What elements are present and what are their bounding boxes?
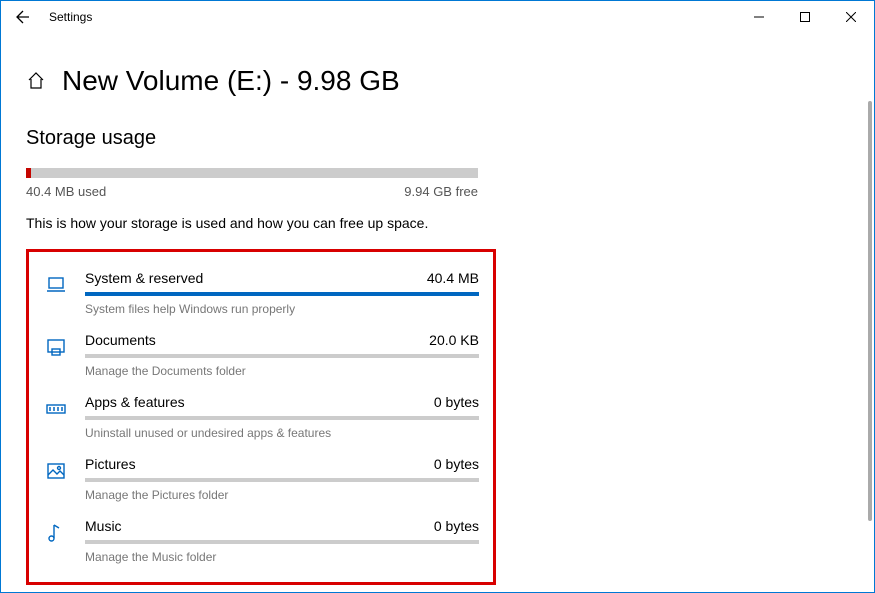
free-label: 9.94 GB free (404, 184, 478, 199)
category-top: Pictures 0 bytes (85, 456, 479, 472)
category-row[interactable]: System & reserved 40.4 MB System files hel… (43, 262, 479, 324)
document-icon (43, 334, 69, 360)
categories-list: System & reserved 40.4 MB System files hel… (26, 249, 496, 585)
category-bar (85, 354, 479, 358)
category-bar (85, 478, 479, 482)
house-icon (26, 71, 46, 91)
category-row[interactable]: Music 0 bytes Manage the Music folder (43, 510, 479, 572)
category-name: Apps & features (85, 394, 185, 410)
close-button[interactable] (828, 1, 874, 33)
maximize-icon (800, 12, 810, 22)
category-body: Pictures 0 bytes Manage the Pictures folde… (85, 456, 479, 502)
category-subtext: Manage the Music folder (85, 550, 479, 564)
category-size: 20.0 KB (429, 332, 479, 348)
category-name: Documents (85, 332, 156, 348)
window-controls (736, 1, 874, 33)
scrollbar[interactable] (868, 101, 872, 521)
category-bar (85, 540, 479, 544)
window-title: Settings (49, 10, 92, 24)
category-size: 0 bytes (434, 394, 479, 410)
category-size: 0 bytes (434, 518, 479, 534)
pictures-icon (43, 458, 69, 484)
category-name: Music (85, 518, 122, 534)
category-body: Documents 20.0 KB Manage the Documents fol… (85, 332, 479, 378)
category-body: Music 0 bytes Manage the Music folder (85, 518, 479, 564)
titlebar: Settings (1, 1, 874, 33)
category-subtext: System files help Windows run properly (85, 302, 479, 316)
category-body: System & reserved 40.4 MB System files hel… (85, 270, 479, 316)
category-subtext: Uninstall unused or undesired apps & fea… (85, 426, 479, 440)
category-fill (85, 292, 479, 296)
usage-description: This is how your storage is used and how… (26, 215, 849, 231)
apps-icon (43, 396, 69, 422)
category-bar (85, 292, 479, 296)
minimize-icon (754, 12, 764, 22)
minimize-button[interactable] (736, 1, 782, 33)
category-body: Apps & features 0 bytes Uninstall unused o… (85, 394, 479, 440)
page-header: New Volume (E:) - 9.98 GB (26, 65, 849, 97)
category-top: System & reserved 40.4 MB (85, 270, 479, 286)
laptop-icon (43, 272, 69, 298)
used-label: 40.4 MB used (26, 184, 106, 199)
category-bar (85, 416, 479, 420)
arrow-left-icon (15, 9, 31, 25)
home-icon[interactable] (26, 71, 46, 91)
close-icon (846, 12, 856, 22)
section-title: Storage usage (26, 127, 849, 150)
category-row[interactable]: Documents 20.0 KB Manage the Documents fol… (43, 324, 479, 386)
back-button[interactable] (9, 3, 37, 31)
category-row[interactable]: Pictures 0 bytes Manage the Pictures folde… (43, 448, 479, 510)
category-size: 40.4 MB (427, 270, 479, 286)
category-top: Music 0 bytes (85, 518, 479, 534)
overall-usage-meta: 40.4 MB used 9.94 GB free (26, 184, 478, 199)
page-title: New Volume (E:) - 9.98 GB (62, 65, 400, 97)
overall-usage: 40.4 MB used 9.94 GB free (26, 168, 478, 199)
content-area: New Volume (E:) - 9.98 GB Storage usage … (1, 33, 874, 585)
category-top: Apps & features 0 bytes (85, 394, 479, 410)
overall-usage-fill (26, 168, 31, 178)
overall-usage-bar (26, 168, 478, 178)
category-top: Documents 20.0 KB (85, 332, 479, 348)
category-subtext: Manage the Pictures folder (85, 488, 479, 502)
category-size: 0 bytes (434, 456, 479, 472)
music-icon (43, 520, 69, 546)
category-name: System & reserved (85, 270, 203, 286)
category-name: Pictures (85, 456, 136, 472)
category-row[interactable]: Apps & features 0 bytes Uninstall unused o… (43, 386, 479, 448)
maximize-button[interactable] (782, 1, 828, 33)
category-subtext: Manage the Documents folder (85, 364, 479, 378)
titlebar-left: Settings (9, 3, 92, 31)
